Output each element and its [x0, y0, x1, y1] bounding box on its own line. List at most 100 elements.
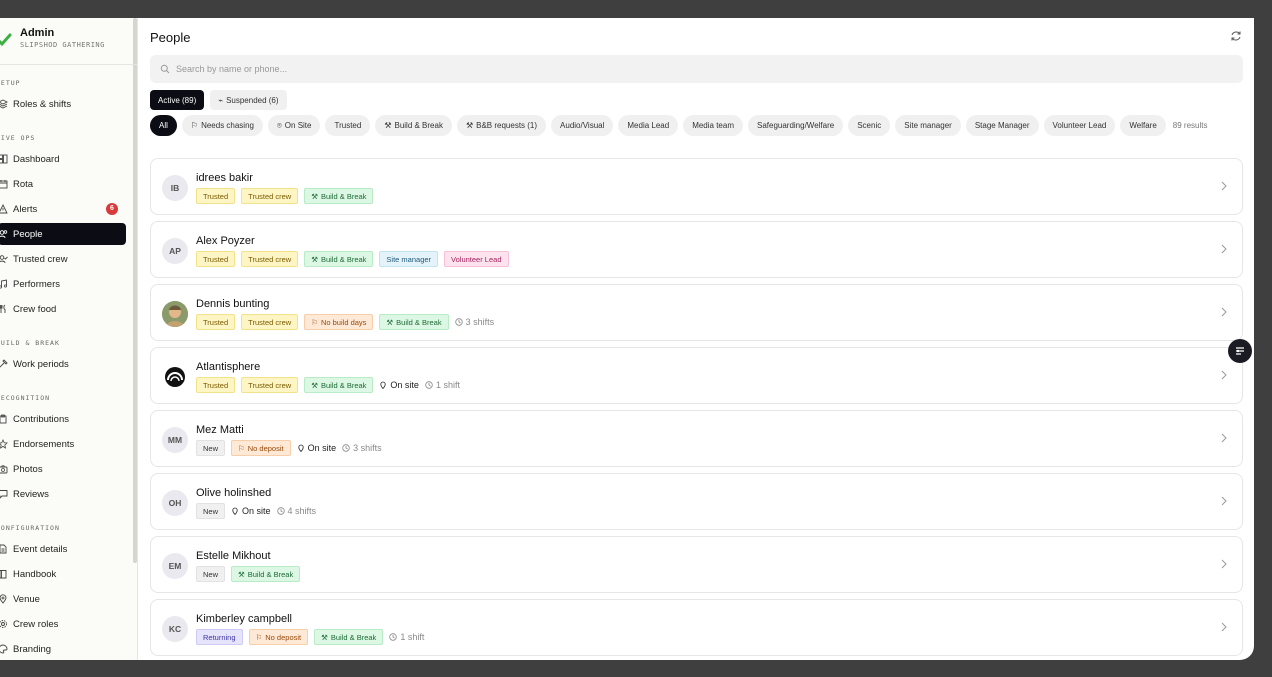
sidebar-item-label: Trusted crew — [13, 253, 68, 265]
sidebar: Admin SLIPSHOD GATHERING SETUP Roles & s… — [0, 18, 138, 660]
filter-bb-requests[interactable]: ⚒ B&B requests (1) — [456, 115, 547, 136]
on-site-status: On site — [297, 443, 337, 453]
sidebar-item-event-details[interactable]: Event details — [0, 538, 126, 560]
person-card[interactable]: Dennis bunting Trusted Trusted crew ⚐ No … — [150, 284, 1243, 341]
hammer-icon: ⚒ — [238, 569, 245, 579]
settings-icon — [0, 619, 8, 629]
tag-trusted: Trusted — [196, 188, 236, 204]
status-tabs: Active (89) ⌁ Suspended (6) — [150, 90, 287, 110]
person-card[interactable]: MM Mez Matti New ⚐ No deposit On site 3 s… — [150, 410, 1243, 467]
clock-icon — [342, 444, 350, 452]
sidebar-item-alerts[interactable]: Alerts 6 — [0, 198, 126, 220]
sidebar-item-trusted-crew[interactable]: Trusted crew — [0, 248, 126, 270]
tag-trusted-crew: Trusted crew — [241, 314, 299, 330]
sidebar-item-label: Photos — [13, 463, 43, 475]
sidebar-item-endorsements[interactable]: Endorsements — [0, 433, 126, 455]
chevron-right-icon — [1221, 622, 1227, 632]
chevron-right-icon — [1221, 559, 1227, 569]
flag-icon: ⚐ — [238, 443, 245, 453]
flag-icon: ⚐ — [190, 121, 199, 130]
on-site-label: On site — [307, 443, 337, 453]
section-recognition: RECOGNITION — [0, 394, 51, 402]
sidebar-scrollbar[interactable] — [133, 18, 137, 563]
star-icon — [0, 439, 8, 449]
person-name: Olive holinshed — [196, 487, 272, 499]
person-tags: New ⚒ Build & Break — [196, 566, 301, 582]
sidebar-item-crew-roles[interactable]: Crew roles — [0, 613, 126, 635]
floating-action-button[interactable] — [1228, 339, 1252, 363]
avatar: IB — [162, 175, 188, 201]
search-input[interactable]: Search by name or phone... — [150, 55, 1243, 83]
sidebar-item-photos[interactable]: Photos — [0, 458, 126, 480]
filter-site-manager[interactable]: Site manager — [895, 115, 961, 136]
sidebar-item-label: Roles & shifts — [13, 98, 72, 110]
hammer-icon: ⚒ — [465, 121, 474, 130]
tag-returning: Returning — [196, 629, 243, 645]
tag-trusted-crew: Trusted crew — [241, 188, 299, 204]
filter-volunteer-lead[interactable]: Volunteer Lead — [1043, 115, 1116, 136]
person-card[interactable]: EM Estelle Mikhout New ⚒ Build & Break — [150, 536, 1243, 593]
filter-all[interactable]: All — [150, 115, 177, 136]
map-pin-icon — [232, 507, 238, 515]
tag-build-break: ⚒ Build & Break — [231, 566, 301, 582]
filter-build-break[interactable]: ⚒ Build & Break — [375, 115, 452, 136]
sidebar-item-performers[interactable]: Performers — [0, 273, 126, 295]
sidebar-item-roles-shifts[interactable]: Roles & shifts — [0, 93, 126, 115]
tag-trusted-crew: Trusted crew — [241, 377, 299, 393]
sidebar-item-dashboard[interactable]: Dashboard — [0, 148, 126, 170]
filter-scenic[interactable]: Scenic — [848, 115, 891, 136]
sidebar-item-handbook[interactable]: Handbook — [0, 563, 126, 585]
clock-icon — [276, 507, 285, 515]
filter-safeguarding[interactable]: Safeguarding/Welfare — [747, 115, 844, 136]
tag-volunteer-lead: Volunteer Lead — [444, 251, 509, 267]
brand-subtitle: SLIPSHOD GATHERING — [20, 41, 105, 49]
person-card[interactable]: Atlantisphere Trusted Trusted crew ⚒ Buil… — [150, 347, 1243, 404]
sidebar-item-rota[interactable]: Rota — [0, 173, 126, 195]
tag-label: Build & Break — [320, 254, 367, 264]
filter-on-site[interactable]: ⌾ On Site — [267, 115, 321, 136]
chevron-right-icon — [1221, 433, 1227, 443]
chevron-right-icon — [1221, 307, 1227, 317]
tag-build-break: ⚒ Build & Break — [304, 188, 374, 204]
filter-needs-chasing[interactable]: ⚐ Needs chasing — [181, 115, 263, 136]
tab-active[interactable]: Active (89) — [150, 90, 205, 110]
clock-icon — [454, 318, 463, 326]
tag-trusted: Trusted — [196, 314, 236, 330]
sidebar-item-work-periods[interactable]: Work periods — [0, 353, 126, 375]
page-title: People — [150, 30, 191, 45]
sidebar-item-crew-food[interactable]: Crew food — [0, 298, 126, 320]
chevron-right-icon — [1221, 496, 1227, 506]
tab-suspended[interactable]: ⌁ Suspended (6) — [210, 90, 287, 110]
tag-trusted: Trusted — [196, 377, 236, 393]
tag-site-manager: Site manager — [379, 251, 439, 267]
map-pin-icon — [0, 594, 8, 604]
person-card[interactable]: IB idrees bakir Trusted Trusted crew ⚒ Bu… — [150, 158, 1243, 215]
flag-icon: ⚐ — [311, 317, 318, 327]
person-card[interactable]: AP Alex Poyzer Trusted Trusted crew ⚒ Bui… — [150, 221, 1243, 278]
sidebar-item-people[interactable]: People — [0, 223, 126, 245]
filter-trusted[interactable]: Trusted — [325, 115, 371, 136]
sidebar-item-label: Work periods — [13, 358, 69, 370]
person-card[interactable]: KC Kimberley campbell Returning ⚐ No depo… — [150, 599, 1243, 656]
search-icon — [160, 64, 170, 74]
alerts-count-badge: 6 — [106, 203, 118, 215]
sidebar-item-reviews[interactable]: Reviews — [0, 483, 126, 505]
filter-media-lead[interactable]: Media Lead — [618, 115, 679, 136]
sidebar-item-label: Dashboard — [13, 153, 60, 165]
sidebar-item-venue[interactable]: Venue — [0, 588, 126, 610]
person-tags: New On site 4 shifts — [196, 503, 316, 519]
sidebar-item-branding[interactable]: Branding — [0, 638, 126, 660]
tag-trusted: Trusted — [196, 251, 236, 267]
tag-build-break: ⚒ Build & Break — [314, 629, 384, 645]
file-text-icon — [0, 544, 8, 554]
refresh-icon[interactable] — [1230, 30, 1242, 42]
person-card[interactable]: OH Olive holinshed New On site 4 shifts — [150, 473, 1243, 530]
person-tags: Trusted Trusted crew ⚒ Build & Break Site… — [196, 251, 509, 267]
filter-welfare[interactable]: Welfare — [1120, 115, 1166, 136]
sidebar-item-contributions[interactable]: Contributions — [0, 408, 126, 430]
person-name: Atlantisphere — [196, 361, 261, 373]
filter-stage-manager[interactable]: Stage Manager — [965, 115, 1039, 136]
filter-media-team[interactable]: Media team — [683, 115, 743, 136]
filter-audio-visual[interactable]: Audio/Visual — [551, 115, 614, 136]
tag-no-build-days: ⚐ No build days — [304, 314, 374, 330]
